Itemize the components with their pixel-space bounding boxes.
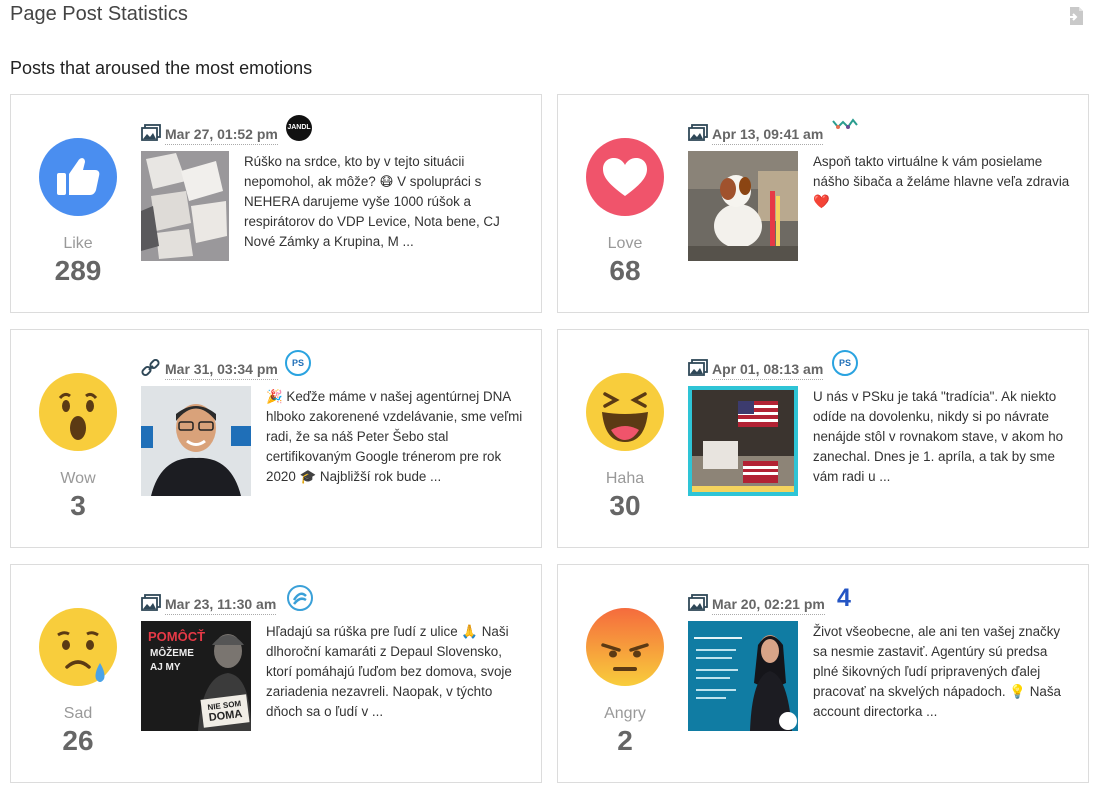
haha-icon bbox=[585, 372, 665, 452]
post-thumbnail[interactable] bbox=[688, 386, 798, 496]
export-icon[interactable] bbox=[1067, 6, 1085, 26]
photo-icon bbox=[141, 594, 161, 612]
reaction-card-sad: Sad 26 Mar 23, 11:30 am POMÔCŤ MÔŽEME AJ… bbox=[10, 564, 542, 783]
reaction-card-like: Like 289 Mar 27, 01:52 pm JANDL Rúško na… bbox=[10, 94, 542, 313]
thumb-sign: NIE SOM DOMA bbox=[200, 694, 250, 728]
post-thumbnail[interactable] bbox=[141, 151, 229, 261]
photo-icon bbox=[141, 124, 161, 142]
photo-icon bbox=[688, 594, 708, 612]
reaction-label: Haha bbox=[605, 470, 645, 487]
post-text[interactable]: 🎉 Keďže máme v našej agentúrnej DNA hlbo… bbox=[266, 387, 523, 487]
reaction-count: 289 bbox=[54, 255, 102, 286]
page-avatar[interactable]: 4 bbox=[831, 585, 857, 611]
post-text[interactable]: U nás v PSku je taká "tradícia". Ak niek… bbox=[813, 387, 1070, 487]
reaction-count: 3 bbox=[70, 490, 86, 521]
page-avatar[interactable]: PS bbox=[832, 350, 858, 376]
photo-icon bbox=[688, 359, 708, 377]
reaction-card-haha: Haha 30 Apr 01, 08:13 am PS U nás v PSku… bbox=[557, 329, 1089, 548]
post-text[interactable]: Rúško na srdce, kto by v tejto situácii … bbox=[244, 152, 523, 252]
page-avatar-logo-icon[interactable] bbox=[287, 585, 313, 611]
thumb-caption-2: MÔŽEME bbox=[150, 648, 194, 659]
reaction-count: 2 bbox=[617, 725, 633, 756]
page-avatar[interactable]: PS bbox=[285, 350, 311, 376]
post-date[interactable]: Mar 27, 01:52 pm bbox=[165, 126, 278, 145]
page-avatar-logo-icon[interactable] bbox=[831, 117, 859, 131]
post-date[interactable]: Mar 31, 03:34 pm bbox=[165, 361, 278, 380]
post-date[interactable]: Apr 01, 08:13 am bbox=[712, 361, 824, 380]
reaction-label: Like bbox=[63, 235, 93, 252]
reaction-label: Love bbox=[607, 235, 643, 252]
section-title: Posts that aroused the most emotions bbox=[10, 58, 313, 78]
post-text[interactable]: Hľadajú sa rúška pre ľudí z ulice 🙏 Naši… bbox=[266, 622, 523, 722]
angry-icon bbox=[585, 607, 665, 687]
page-title: Page Post Statistics bbox=[10, 3, 188, 25]
reaction-label: Angry bbox=[604, 705, 646, 722]
page-avatar[interactable]: JANDL bbox=[286, 115, 312, 141]
reaction-label: Sad bbox=[63, 705, 93, 722]
post-thumbnail[interactable] bbox=[688, 151, 798, 261]
post-text[interactable]: Život všeobecne, ale ani ten vašej značk… bbox=[813, 622, 1070, 722]
reaction-count: 68 bbox=[609, 255, 641, 286]
post-thumbnail[interactable] bbox=[688, 621, 798, 731]
love-icon bbox=[585, 137, 665, 217]
thumb-caption-3: AJ MY bbox=[150, 662, 181, 673]
wow-icon bbox=[38, 372, 118, 452]
page-avatar-label: PS bbox=[291, 358, 304, 368]
page-avatar-label: JANDL bbox=[287, 124, 311, 131]
page-avatar-label: 4 bbox=[837, 584, 851, 612]
reaction-card-love: Love 68 Apr 13, 09:41 am Aspoň takto vir… bbox=[557, 94, 1089, 313]
reaction-card-angry: Angry 2 Mar 20, 02:21 pm 4 Život všeobec… bbox=[557, 564, 1089, 783]
page-avatar-label: PS bbox=[838, 358, 851, 368]
post-thumbnail[interactable] bbox=[141, 386, 251, 496]
link-icon bbox=[141, 358, 161, 377]
post-text[interactable]: Aspoň takto virtuálne k vám posielame ná… bbox=[813, 152, 1070, 212]
reaction-count: 30 bbox=[609, 490, 641, 521]
photo-icon bbox=[688, 124, 708, 142]
reaction-label: Wow bbox=[60, 470, 96, 487]
sad-icon bbox=[38, 607, 118, 687]
post-thumbnail[interactable]: POMÔCŤ MÔŽEME AJ MY NIE SOM DOMA bbox=[141, 621, 251, 731]
like-icon bbox=[38, 137, 118, 217]
post-date[interactable]: Apr 13, 09:41 am bbox=[712, 126, 824, 145]
reaction-card-wow: Wow 3 Mar 31, 03:34 pm PS 🎉 Keďže máme v… bbox=[10, 329, 542, 548]
post-date[interactable]: Mar 20, 02:21 pm bbox=[712, 596, 825, 615]
post-date[interactable]: Mar 23, 11:30 am bbox=[165, 596, 277, 615]
reaction-count: 26 bbox=[62, 725, 94, 756]
